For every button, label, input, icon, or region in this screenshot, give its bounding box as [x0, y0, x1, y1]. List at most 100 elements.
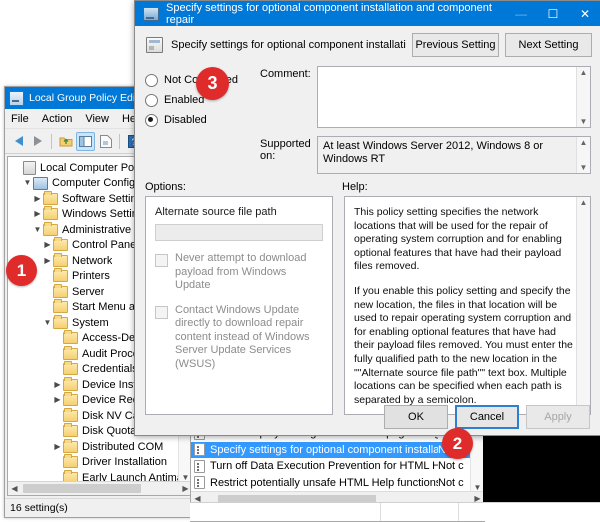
- maximize-icon[interactable]: ☐: [537, 1, 569, 26]
- supported-on-value: At least Windows Server 2012, Windows 8 …: [318, 137, 590, 169]
- previous-setting-button[interactable]: Previous Setting: [412, 33, 499, 57]
- radio-not-configured-dot[interactable]: [145, 74, 158, 87]
- comment-field-wrap: ▲ ▼: [317, 66, 591, 130]
- policy-setting-icon: [194, 443, 205, 456]
- options-pane[interactable]: Alternate source file path Never attempt…: [145, 196, 333, 415]
- contact-windows-update-checkbox-row[interactable]: Contact Windows Update directly to downl…: [155, 304, 323, 372]
- comment-scroll-down-icon[interactable]: ▼: [580, 117, 588, 126]
- chevron-right-icon[interactable]: ▶: [42, 241, 53, 249]
- close-icon[interactable]: ✕: [569, 1, 600, 26]
- export-list-icon[interactable]: [97, 133, 114, 150]
- bottom-white-bar: [190, 502, 600, 521]
- radio-disabled-label: Disabled: [164, 114, 207, 126]
- dialog-header: Specify settings for optional component …: [135, 26, 600, 64]
- tree-item-driver-installation[interactable]: Driver Installation: [10, 455, 192, 471]
- tree-item-label: Network: [72, 255, 112, 267]
- back-arrow-icon[interactable]: [10, 133, 27, 150]
- comment-scroll-up-icon[interactable]: ▲: [580, 68, 588, 77]
- status-setting-count: 16 setting(s): [10, 502, 68, 514]
- chevron-right-icon[interactable]: ▶: [32, 210, 43, 218]
- help-scroll-up-icon[interactable]: ▲: [580, 198, 588, 207]
- settings-row[interactable]: Specify settings for optional component …: [191, 442, 484, 459]
- annotation-badge-1: 1: [6, 255, 37, 286]
- tree-scroll-left-icon[interactable]: ◀: [8, 484, 21, 493]
- menu-view[interactable]: View: [85, 113, 109, 125]
- options-help-panes: Alternate source file path Never attempt…: [145, 196, 591, 415]
- next-setting-button[interactable]: Next Setting: [505, 33, 592, 57]
- book-icon: [23, 161, 36, 175]
- never-download-payload-checkbox-row[interactable]: Never attempt to download payload from W…: [155, 252, 323, 293]
- menu-file[interactable]: File: [11, 113, 29, 125]
- help-scrollbar[interactable]: ▲ ▼: [576, 197, 590, 414]
- folder-icon: [63, 425, 78, 437]
- folder-icon: [63, 332, 78, 344]
- chevron-right-icon[interactable]: ▶: [52, 443, 63, 451]
- folder-icon: [63, 363, 78, 375]
- folder-icon: [43, 224, 58, 236]
- minimize-icon[interactable]: —: [505, 1, 537, 26]
- help-pane[interactable]: This policy setting specifies the networ…: [344, 196, 591, 415]
- never-download-payload-label: Never attempt to download payload from W…: [175, 252, 323, 293]
- chevron-down-icon[interactable]: ▼: [22, 179, 33, 187]
- dialog-footer: OK Cancel Apply: [135, 399, 600, 435]
- help-text: This policy setting specifies the networ…: [345, 197, 590, 415]
- tree-item-label: Server: [72, 286, 104, 298]
- chevron-right-icon[interactable]: ▶: [52, 381, 63, 389]
- gpedit-window-title: Local Group Policy Editor: [29, 92, 147, 104]
- settings-row-name: Specify settings for optional component …: [210, 444, 438, 456]
- supported-scrollbar[interactable]: ▲ ▼: [576, 137, 590, 173]
- comment-textarea[interactable]: ▲ ▼: [317, 66, 591, 128]
- settings-row-name: Restrict potentially unsafe HTML Help fu…: [210, 477, 438, 489]
- ok-button[interactable]: OK: [384, 405, 448, 429]
- radio-enabled-dot[interactable]: [145, 94, 158, 107]
- dialog-body: Not Configured Enabled Disabled Comment:…: [135, 66, 600, 415]
- folder-icon: [53, 270, 68, 282]
- supported-scroll-up-icon[interactable]: ▲: [580, 138, 588, 147]
- settings-row-name: Turn off Data Execution Prevention for H…: [210, 460, 438, 472]
- folder-icon: [63, 394, 78, 406]
- policy-setting-icon: [146, 37, 163, 53]
- help-label: Help:: [342, 181, 591, 193]
- supported-scroll-down-icon[interactable]: ▼: [580, 163, 588, 172]
- options-label: Options:: [145, 181, 331, 193]
- settings-row[interactable]: Turn off Data Execution Prevention for H…: [191, 459, 484, 476]
- folder-icon: [63, 456, 78, 468]
- options-content: Alternate source file path Never attempt…: [146, 197, 332, 371]
- tree-hscroll-track[interactable]: [21, 483, 179, 494]
- supported-on-row: Supported on: At least Windows Server 20…: [145, 136, 591, 174]
- cancel-button[interactable]: Cancel: [455, 405, 519, 429]
- folder-icon: [63, 441, 78, 453]
- tree-hscroll-thumb[interactable]: [23, 484, 141, 493]
- tree-item-label: System: [72, 317, 109, 329]
- radio-disabled-dot[interactable]: [145, 114, 158, 127]
- menu-action[interactable]: Action: [42, 113, 73, 125]
- up-folder-icon[interactable]: [57, 133, 74, 150]
- never-download-payload-checkbox[interactable]: [155, 254, 168, 267]
- tree-item-label: Printers: [72, 270, 110, 282]
- folder-icon: [53, 239, 68, 251]
- gpedit-app-icon: [9, 91, 24, 106]
- chevron-right-icon[interactable]: ▶: [32, 195, 43, 203]
- folder-icon: [43, 208, 58, 220]
- contact-windows-update-checkbox[interactable]: [155, 306, 168, 319]
- chevron-down-icon[interactable]: ▼: [42, 319, 53, 327]
- dialog-header-title: Specify settings for optional component …: [171, 39, 406, 51]
- comment-scrollbar[interactable]: ▲ ▼: [576, 67, 590, 127]
- settings-row[interactable]: Restrict potentially unsafe HTML Help fu…: [191, 475, 484, 492]
- tree-item-distributed-com[interactable]: ▶Distributed COM: [10, 439, 192, 455]
- folder-icon: [63, 379, 78, 391]
- alternate-source-path-input[interactable]: [155, 224, 323, 241]
- show-hide-tree-icon[interactable]: [76, 132, 95, 151]
- chevron-right-icon[interactable]: ▶: [52, 396, 63, 404]
- chevron-down-icon[interactable]: ▼: [32, 226, 43, 234]
- forward-arrow-icon[interactable]: [29, 133, 46, 150]
- tree-horizontal-scrollbar[interactable]: ◀ ▶: [8, 481, 192, 495]
- folder-icon: [43, 193, 58, 205]
- apply-button[interactable]: Apply: [526, 405, 590, 429]
- supported-field-wrap: At least Windows Server 2012, Windows 8 …: [317, 136, 591, 174]
- radio-disabled[interactable]: Disabled: [145, 110, 260, 130]
- supported-on-textarea[interactable]: At least Windows Server 2012, Windows 8 …: [317, 136, 591, 174]
- contact-windows-update-label: Contact Windows Update directly to downl…: [175, 304, 323, 372]
- chevron-right-icon[interactable]: ▶: [42, 257, 53, 265]
- gpedit-status-bar: 16 setting(s): [5, 498, 195, 517]
